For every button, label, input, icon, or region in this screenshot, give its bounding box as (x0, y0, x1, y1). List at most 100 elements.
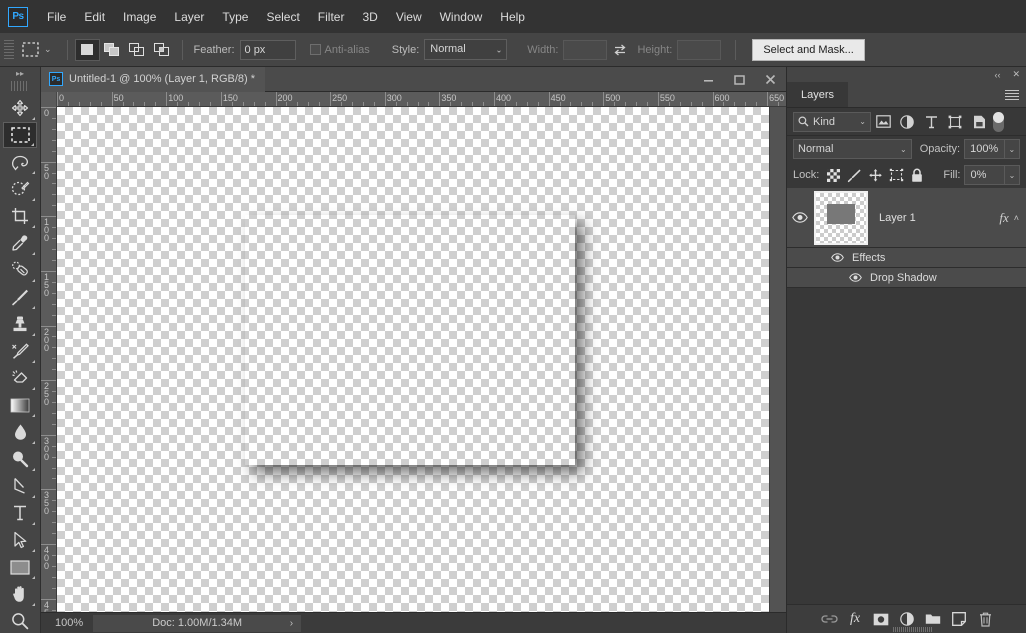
canvas-area[interactable] (57, 107, 786, 633)
rectangular-marquee-icon[interactable] (18, 39, 42, 61)
document-tab[interactable]: Ps Untitled-1 @ 100% (Layer 1, RGB/8) * (41, 66, 266, 92)
options-bar-grip[interactable] (4, 39, 14, 60)
document-info-field[interactable]: Doc: 1.00M/1.34M › (93, 614, 302, 632)
pen-tool[interactable] (3, 473, 37, 499)
maximize-button[interactable] (724, 67, 755, 92)
select-and-mask-button[interactable]: Select and Mask... (752, 38, 865, 61)
fill-scrubber-chevron-icon[interactable]: ⌄ (1004, 165, 1021, 185)
expand-arrows-icon[interactable]: ▸▸ (0, 67, 40, 81)
crop-tool[interactable] (3, 203, 37, 229)
smart-object-filter-icon[interactable] (967, 111, 991, 133)
link-layers-icon[interactable] (816, 607, 842, 631)
menu-filter[interactable]: Filter (309, 6, 354, 28)
spot-healing-brush-tool[interactable] (3, 257, 37, 283)
menu-image[interactable]: Image (114, 6, 165, 28)
rectangular-marquee-tool[interactable] (3, 122, 37, 148)
menu-3d[interactable]: 3D (353, 6, 386, 28)
menu-select[interactable]: Select (257, 6, 308, 28)
ruler-tick (52, 554, 56, 556)
move-tool[interactable] (3, 95, 37, 121)
effects-visibility-toggle[interactable] (831, 253, 844, 262)
drop-shadow-visibility-toggle[interactable] (849, 273, 862, 282)
lock-transparent-pixels-icon[interactable] (823, 165, 844, 185)
layer-thumbnail[interactable] (814, 190, 868, 245)
brush-tool[interactable] (3, 284, 37, 310)
dodge-tool[interactable] (3, 446, 37, 472)
divider (735, 39, 737, 60)
filter-kind-select[interactable]: Kind ⌄ (793, 111, 871, 132)
style-select[interactable]: Normal ⌄ (424, 39, 508, 60)
intersect-with-selection-button[interactable] (150, 39, 175, 61)
menu-window[interactable]: Window (431, 6, 492, 28)
close-button[interactable] (755, 67, 786, 92)
eyedropper-tool[interactable] (3, 230, 37, 256)
add-layer-style-icon[interactable]: fx (842, 607, 868, 631)
lock-position-icon[interactable] (865, 165, 886, 185)
fill-input[interactable]: 0% (964, 165, 1005, 185)
clone-stamp-tool[interactable] (3, 311, 37, 337)
collapse-panels-icon[interactable]: ‹‹ (994, 70, 1000, 80)
lock-artboard-nesting-icon[interactable] (886, 165, 907, 185)
layer-effects-group-row[interactable]: Effects (787, 248, 1026, 268)
adjustment-layers-filter-icon[interactable] (895, 111, 919, 133)
history-brush-tool[interactable] (3, 338, 37, 364)
horizontal-type-tool[interactable] (3, 500, 37, 526)
ruler-label: 500 (605, 93, 621, 103)
tool-preset-chevron-icon[interactable]: ⌄ (42, 44, 60, 55)
tools-panel-grip[interactable] (11, 81, 29, 91)
layer-effects-expand-chevron-icon[interactable]: ˄ (1014, 213, 1026, 223)
layer-name-label[interactable]: Layer 1 (867, 212, 999, 224)
opacity-input[interactable]: 100% (964, 139, 1005, 159)
menu-file[interactable]: File (38, 6, 75, 28)
new-layer-icon[interactable] (946, 607, 972, 631)
path-selection-tool[interactable] (3, 527, 37, 553)
horizontal-ruler[interactable]: 0 50 100 150 200 250 300 350 400 450 500 550 600 650 (41, 92, 786, 107)
quick-selection-tool[interactable] (3, 176, 37, 202)
gradient-tool[interactable] (3, 392, 37, 418)
panel-resize-grip[interactable] (893, 627, 933, 632)
shape-layers-filter-icon[interactable] (943, 111, 967, 133)
opacity-scrubber-chevron-icon[interactable]: ⌄ (1004, 139, 1020, 159)
anti-alias-checkbox[interactable] (309, 44, 321, 55)
rectangle-tool[interactable] (3, 554, 37, 580)
canvas-document-sheet[interactable] (57, 107, 770, 621)
menu-view[interactable]: View (387, 6, 431, 28)
layer-row[interactable]: Layer 1 fx ˄ (787, 188, 1026, 248)
minimize-button[interactable] (693, 67, 724, 92)
layer-visibility-toggle[interactable] (787, 212, 813, 223)
lock-all-icon[interactable] (907, 165, 928, 185)
hand-tool[interactable] (3, 581, 37, 607)
panel-menu-icon[interactable] (1005, 89, 1019, 100)
height-input[interactable] (677, 39, 722, 60)
zoom-tool[interactable] (3, 608, 37, 633)
swap-arrows-icon[interactable] (607, 44, 633, 56)
close-panel-icon[interactable]: ✕ (1012, 69, 1020, 80)
menu-help[interactable]: Help (491, 6, 534, 28)
add-to-selection-button[interactable] (100, 39, 125, 61)
blend-mode-select[interactable]: Normal ⌄ (793, 139, 912, 159)
type-layers-filter-icon[interactable] (919, 111, 943, 133)
menu-edit[interactable]: Edit (75, 6, 114, 28)
menu-layer[interactable]: Layer (165, 6, 213, 28)
add-layer-mask-icon[interactable] (868, 607, 894, 631)
layer-style-fx-badge[interactable]: fx (999, 210, 1013, 226)
lasso-tool[interactable] (3, 149, 37, 175)
lock-image-pixels-icon[interactable] (844, 165, 865, 185)
tab-layers[interactable]: Layers (787, 82, 849, 107)
feather-input[interactable]: 0 px (239, 39, 296, 60)
filter-enable-toggle[interactable] (993, 111, 1004, 132)
layer-effect-row[interactable]: Drop Shadow (787, 268, 1026, 288)
blur-tool[interactable] (3, 419, 37, 445)
menu-type[interactable]: Type (213, 6, 257, 28)
subtract-from-selection-button[interactable] (125, 39, 150, 61)
pixel-layers-filter-icon[interactable] (871, 111, 895, 133)
vertical-ruler[interactable]: 050100150200250300350400450 (41, 107, 57, 633)
delete-layer-icon[interactable] (972, 607, 998, 631)
width-input[interactable] (563, 39, 608, 60)
new-selection-button[interactable] (74, 38, 100, 61)
chevron-right-icon[interactable]: › (290, 618, 293, 629)
zoom-level-field[interactable]: 100% (41, 617, 93, 629)
eraser-tool[interactable] (3, 365, 37, 391)
anti-alias-checkbox-group[interactable]: Anti-alias (309, 44, 370, 56)
ruler-corner[interactable] (41, 92, 57, 107)
